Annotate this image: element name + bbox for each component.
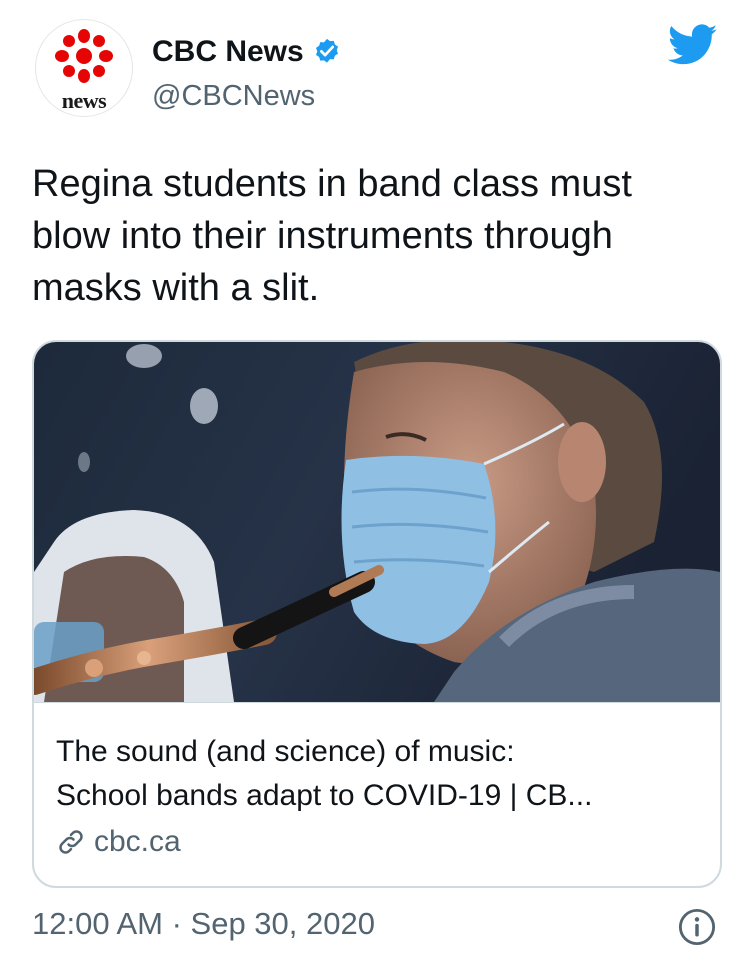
tweet-text-line: Regina students in band class must <box>32 163 632 205</box>
display-name[interactable]: CBC News <box>152 35 304 69</box>
author-name-row[interactable]: CBC News <box>152 34 342 70</box>
verified-badge-icon <box>315 38 338 63</box>
card-title-line: School bands adapt to COVID-19 | CB... <box>56 779 593 812</box>
handle[interactable]: @CBCNews <box>152 80 315 113</box>
link-card[interactable]: The sound (and science) of music: School… <box>32 340 722 888</box>
twitter-bird-icon[interactable] <box>668 24 718 66</box>
tweet-text: Regina students in band class must blow … <box>32 158 722 314</box>
tweet-text-line: masks with a slit. <box>32 267 320 309</box>
cbc-gem-icon <box>55 29 113 83</box>
tweet-text-line: blow into their instruments through <box>32 215 613 257</box>
card-divider <box>34 702 720 703</box>
timestamp[interactable]: 12:00 AM · Sep 30, 2020 <box>32 906 375 942</box>
avatar[interactable]: news <box>36 20 132 116</box>
avatar-wordmark: news <box>61 88 107 113</box>
card-title-line: The sound (and science) of music: <box>56 735 515 768</box>
card-domain[interactable]: cbc.ca <box>56 822 181 862</box>
tweet: news CBC News @CBCNews Regina students i… <box>0 0 748 960</box>
card-title[interactable]: The sound (and science) of music: School… <box>56 730 696 818</box>
info-icon[interactable] <box>678 908 716 946</box>
link-icon <box>59 830 83 854</box>
card-image[interactable] <box>34 342 720 702</box>
card-domain-text: cbc.ca <box>94 825 181 858</box>
